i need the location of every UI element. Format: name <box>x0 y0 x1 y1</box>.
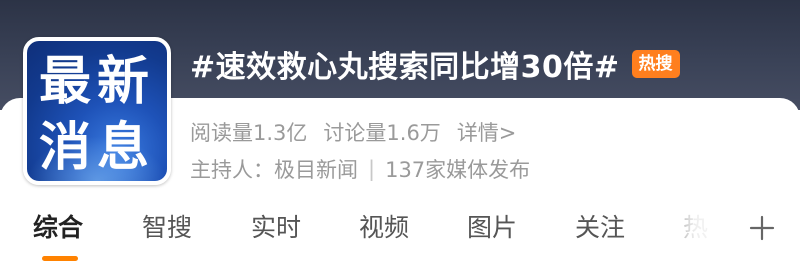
tab-scroll-fade <box>650 206 740 256</box>
topic-title: #速效救心丸搜索同比增30倍# <box>190 50 620 85</box>
tab-smart-search[interactable]: 智搜 <box>142 206 192 250</box>
tab-following[interactable]: 关注 <box>575 206 625 250</box>
logo-line-2: 消息 <box>38 118 155 178</box>
tab-realtime[interactable]: 实时 <box>251 206 301 250</box>
tab-comprehensive[interactable]: 综合 <box>33 206 83 250</box>
topic-stats: 阅读量1.3亿 讨论量1.6万 详情> <box>190 117 516 147</box>
active-tab-indicator <box>42 256 78 261</box>
tab-images[interactable]: 图片 <box>467 206 517 250</box>
logo-text: 最新 消息 <box>27 41 167 181</box>
topic-logo: 最新 消息 <box>23 37 171 185</box>
read-count: 阅读量1.3亿 <box>190 121 308 145</box>
topic-host-info: 主持人：极目新闻 | 137家媒体发布 <box>190 154 530 184</box>
topic-title-row: #速效救心丸搜索同比增30倍# 热搜 <box>190 42 680 86</box>
plus-icon-glyph <box>749 215 775 241</box>
media-count: 137家媒体发布 <box>385 158 531 182</box>
details-link[interactable]: 详情> <box>457 117 517 147</box>
tab-video[interactable]: 视频 <box>359 206 409 250</box>
tab-bar: 综合 智搜 实时 视频 图片 关注 热 <box>0 206 800 261</box>
logo-line-1: 最新 <box>38 52 155 112</box>
plus-icon[interactable] <box>742 206 782 250</box>
discussion-count: 讨论量1.6万 <box>323 121 441 145</box>
host-label[interactable]: 主持人：极目新闻 <box>190 154 358 184</box>
info-separator: | <box>368 157 376 181</box>
hot-search-badge: 热搜 <box>631 50 680 78</box>
